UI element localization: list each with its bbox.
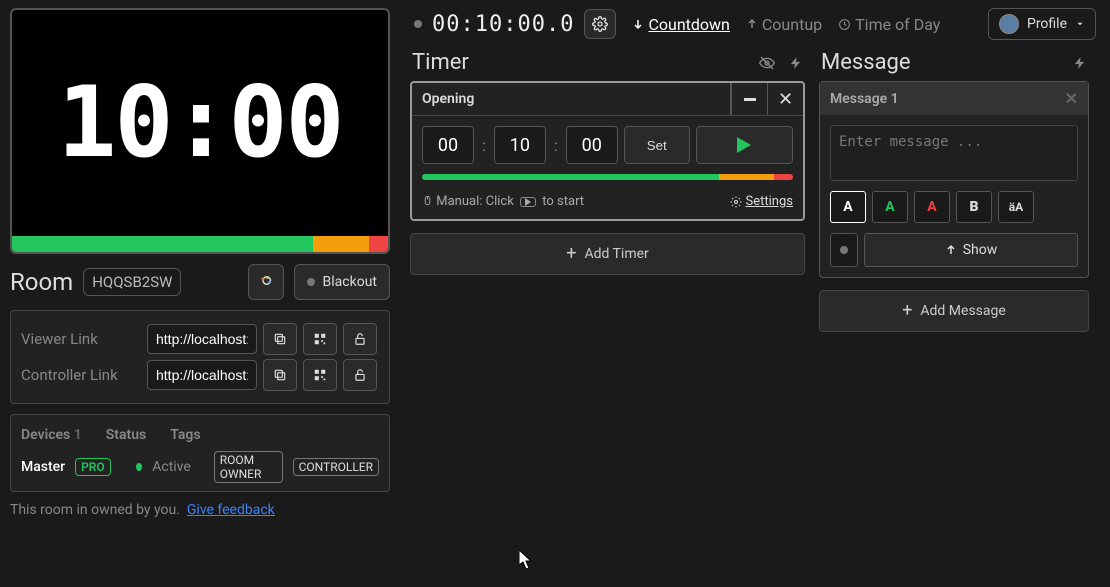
room-label: Room <box>10 268 73 296</box>
pro-badge: PRO <box>75 458 111 476</box>
play-icon <box>737 137 751 153</box>
device-name: Master <box>21 459 65 475</box>
lock-controller-link-button[interactable] <box>343 359 377 391</box>
add-timer-button[interactable]: + Add Timer <box>410 233 805 275</box>
qr-viewer-link-button[interactable] <box>303 323 337 355</box>
room-footnote: This room in owned by you. Give feedback <box>10 502 390 518</box>
eye-off-icon[interactable] <box>757 55 777 71</box>
big-timer-display: 10:00 <box>10 8 390 254</box>
tag-controller: CONTROLLER <box>293 458 379 476</box>
status-dot <box>136 463 142 471</box>
bolt-icon[interactable] <box>1073 55 1087 71</box>
blackout-label: Blackout <box>323 274 377 290</box>
close-message-button[interactable]: ✕ <box>1065 89 1078 108</box>
timer-minutes-input[interactable]: 10 <box>494 126 546 164</box>
lock-viewer-link-button[interactable] <box>343 323 377 355</box>
device-row: Master PRO Active ROOM OWNER CONTROLLER <box>21 451 379 483</box>
give-feedback-link[interactable]: Give feedback <box>187 502 275 518</box>
controller-link-input[interactable] <box>147 360 257 390</box>
timer-progress <box>422 174 793 180</box>
chevron-down-icon <box>1075 19 1085 29</box>
viewer-link-input[interactable] <box>147 324 257 354</box>
mouse-icon <box>422 194 433 207</box>
copy-controller-link-button[interactable] <box>263 359 297 391</box>
mode-timeofday[interactable]: Time of Day <box>838 15 940 34</box>
device-status: Active <box>152 459 191 475</box>
blackout-button[interactable]: Blackout <box>294 264 390 300</box>
timer-hint: Manual: Click to start <box>422 194 584 209</box>
message-section-title: Message <box>821 50 911 75</box>
room-code[interactable]: HQQSB2SW <box>83 268 181 296</box>
top-time-value: 00:10:00.0 <box>432 12 574 37</box>
gear-icon <box>730 196 742 208</box>
blackout-status-dot <box>307 278 315 286</box>
qr-icon <box>313 332 327 346</box>
arrow-up-icon <box>746 18 758 30</box>
timer-card: Opening ✕ 00 : 10 : 00 Set <box>410 81 805 221</box>
play-button[interactable] <box>696 126 793 164</box>
arrow-down-icon <box>632 18 644 30</box>
message-status-indicator <box>830 233 858 267</box>
avatar <box>999 14 1019 34</box>
color-green-button[interactable]: A <box>872 191 908 223</box>
clock-icon <box>838 18 851 31</box>
unlock-icon <box>353 332 367 346</box>
controller-link-label: Controller Link <box>21 366 141 384</box>
profile-dropdown[interactable]: Profile <box>988 8 1096 40</box>
timer-seconds-input[interactable]: 00 <box>566 126 618 164</box>
big-timer-progress <box>12 236 388 252</box>
bold-button[interactable]: B <box>956 191 992 223</box>
set-button[interactable]: Set <box>624 126 690 164</box>
mode-countdown[interactable]: Countdown <box>632 15 729 34</box>
devices-panel: Devices 1 Status Tags Master PRO Active … <box>10 414 390 492</box>
tags-header: Tags <box>170 427 200 443</box>
color-red-button[interactable]: A <box>914 191 950 223</box>
timer-name[interactable]: Opening <box>412 83 731 115</box>
copy-viewer-link-button[interactable] <box>263 323 297 355</box>
add-message-button[interactable]: + Add Message <box>819 290 1089 332</box>
unlock-icon <box>353 368 367 382</box>
profile-label: Profile <box>1027 16 1067 32</box>
close-timer-button[interactable]: ✕ <box>767 83 803 115</box>
qr-controller-link-button[interactable] <box>303 359 337 391</box>
timer-settings-link[interactable]: Settings <box>730 194 793 209</box>
settings-button[interactable] <box>584 9 616 39</box>
caps-button[interactable]: äA <box>998 191 1034 223</box>
show-message-button[interactable]: Show <box>864 233 1078 267</box>
big-timer-value: 10:00 <box>12 10 388 236</box>
theme-button[interactable] <box>248 264 284 300</box>
qr-icon <box>313 368 327 382</box>
minimize-timer-button[interactable] <box>731 83 767 115</box>
timer-status-dot <box>414 20 422 28</box>
devices-count: 1 <box>74 427 82 443</box>
mode-countup[interactable]: Countup <box>746 15 822 34</box>
message-name[interactable]: Message 1 <box>830 91 899 107</box>
tag-room-owner: ROOM OWNER <box>214 451 283 483</box>
devices-header: Devices <box>21 427 70 443</box>
bolt-icon[interactable] <box>789 55 803 71</box>
status-header: Status <box>106 427 146 443</box>
gear-icon <box>592 16 608 32</box>
copy-icon <box>273 332 287 346</box>
viewer-link-label: Viewer Link <box>21 330 141 348</box>
message-card: Message 1 ✕ A A A B äA <box>819 81 1089 278</box>
copy-icon <box>273 368 287 382</box>
timer-section-title: Timer <box>412 50 469 75</box>
timer-hours-input[interactable]: 00 <box>422 126 474 164</box>
message-textarea[interactable] <box>830 125 1078 181</box>
links-panel: Viewer Link Controller Link <box>10 310 390 404</box>
color-white-button[interactable]: A <box>830 191 866 223</box>
arrow-up-icon <box>945 244 957 256</box>
